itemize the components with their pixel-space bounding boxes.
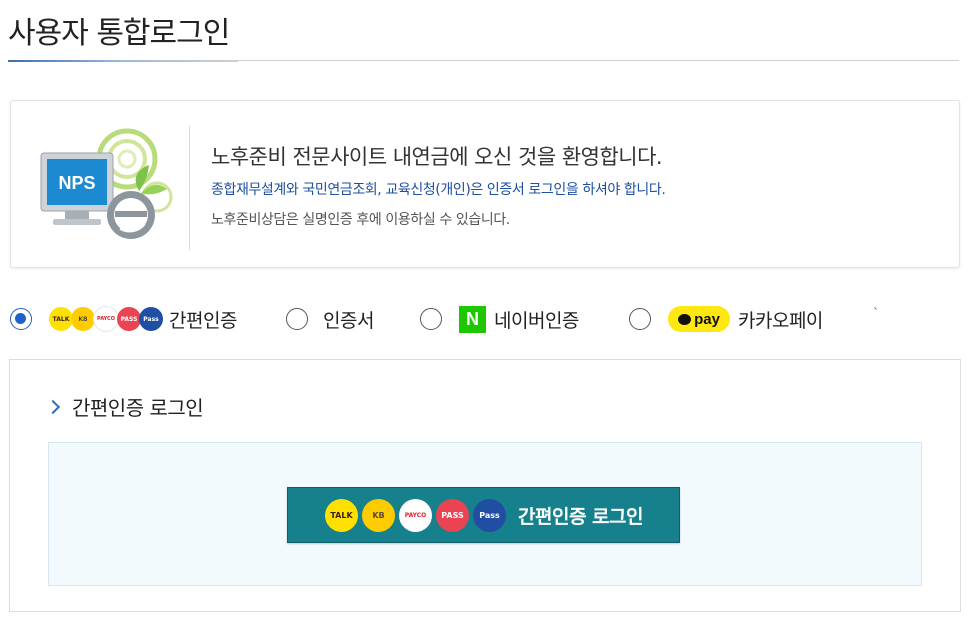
radio-kakaopay[interactable] <box>629 308 651 330</box>
button-icons: TALK KB PAYCO PASS Pass <box>325 498 510 532</box>
kakao-pay-icon-text: pay <box>694 310 720 328</box>
pass-icon: PASS <box>117 307 141 331</box>
kb-icon: KB <box>71 307 95 331</box>
welcome-box: NPS 노후준비 전문사이트 내연금에 오신 것을 환영합니다. 종합재무설계와… <box>10 100 960 268</box>
section-title-label: 간편인증 로그인 <box>72 396 204 420</box>
welcome-notice-blue: 종합재무설계와 국민연금조회, 교육신청(개인)은 인증서 로그인을 하셔야 합… <box>211 182 666 198</box>
title-rule-accent <box>8 60 238 62</box>
section-title: 간편인증 로그인 <box>45 392 204 421</box>
auth-option-kakaopay[interactable]: pay 카카오페이 <box>629 300 823 338</box>
svg-text:NPS: NPS <box>58 173 95 193</box>
simple-auth-icons: TALK KB PAYCO PASS Pass <box>49 306 163 332</box>
kakao-pay-icon: pay <box>668 306 730 332</box>
auth-option-kakaopay-label: 카카오페이 <box>738 309 823 332</box>
payco-icon: PAYCO <box>93 306 119 332</box>
payco-icon: PAYCO <box>399 498 432 532</box>
auth-option-cert[interactable]: 인증서 <box>286 300 374 338</box>
radio-simple[interactable] <box>10 308 32 330</box>
welcome-notice-gray: 노후준비상담은 실명인증 후에 이용하실 수 있습니다. <box>211 212 510 228</box>
samsung-pass-icon: Pass <box>139 307 163 331</box>
nps-logo-icon: NPS <box>40 128 173 239</box>
auth-option-simple-label: 간편인증 <box>169 309 237 332</box>
auth-option-naver[interactable]: N 네이버인증 <box>420 300 579 338</box>
stray-mark: ` <box>873 306 879 320</box>
samsung-pass-icon: Pass <box>473 498 506 532</box>
speech-bubble-icon <box>678 313 692 325</box>
page-title: 사용자 통합로그인 <box>8 16 230 51</box>
auth-option-naver-label: 네이버인증 <box>494 309 579 332</box>
welcome-title: 노후준비 전문사이트 내연금에 오신 것을 환영합니다. <box>211 145 663 169</box>
login-inner-box: TALK KB PAYCO PASS Pass 간편인증 로그인 <box>48 442 922 586</box>
auth-option-simple[interactable]: TALK KB PAYCO PASS Pass 간편인증 <box>10 300 237 338</box>
simple-login-button[interactable]: TALK KB PAYCO PASS Pass 간편인증 로그인 <box>287 487 680 543</box>
auth-options: TALK KB PAYCO PASS Pass 간편인증 인증서 N 네이버인증… <box>8 300 908 338</box>
simple-login-button-label: 간편인증 로그인 <box>518 505 643 528</box>
kakao-talk-icon: TALK <box>325 498 358 532</box>
pass-icon: PASS <box>436 498 469 532</box>
auth-option-cert-label: 인증서 <box>323 309 374 332</box>
naver-n-icon: N <box>459 305 486 333</box>
kakao-talk-icon: TALK <box>49 307 73 331</box>
v-divider <box>189 126 190 250</box>
radio-cert[interactable] <box>286 308 308 330</box>
login-panel: 간편인증 로그인 TALK KB PAYCO PASS Pass 간편인증 로그인 <box>9 359 961 612</box>
radio-naver[interactable] <box>420 308 442 330</box>
kb-icon: KB <box>362 498 395 532</box>
chevron-right-icon <box>45 399 61 415</box>
